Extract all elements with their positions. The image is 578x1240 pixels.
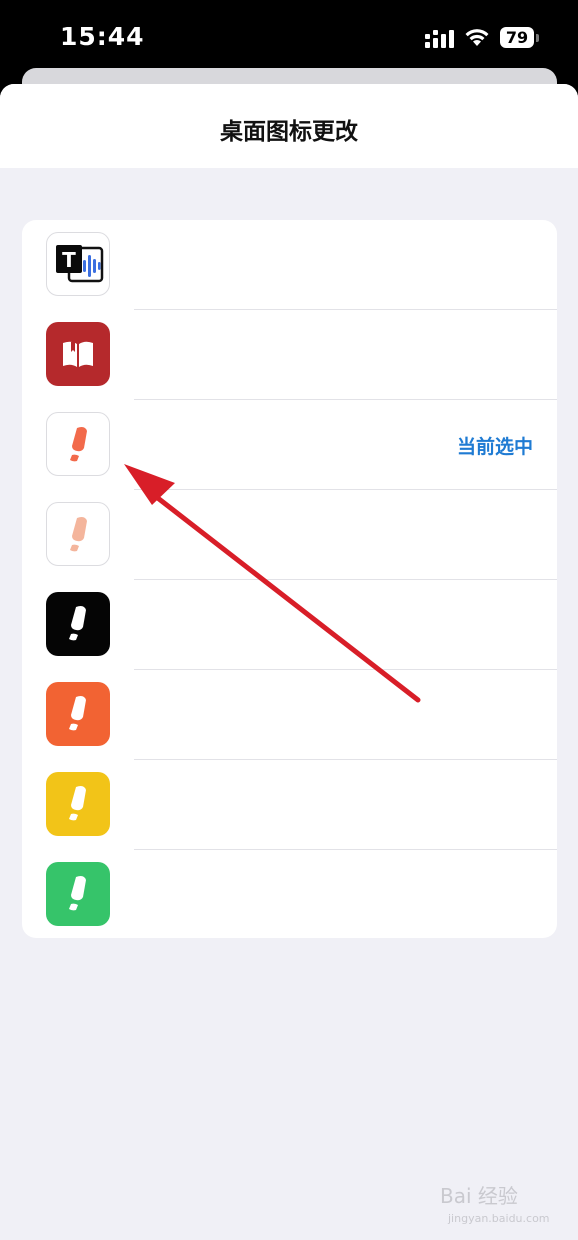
orange-eraser-icon: [46, 682, 110, 746]
icon-option-7[interactable]: [22, 760, 557, 850]
icon-option-5[interactable]: [22, 580, 557, 670]
battery-level: 79: [505, 28, 529, 47]
wifi-icon: [465, 29, 489, 46]
icon-list: T 当前选中: [22, 220, 557, 938]
icon-option-4[interactable]: [22, 490, 557, 580]
icon-option-3[interactable]: 当前选中: [22, 400, 557, 490]
icon-change-sheet: 桌面图标更改 T 当前选中: [0, 84, 578, 1240]
watermark-logo: Bai 经验: [440, 1184, 518, 1208]
black-eraser-icon: [46, 592, 110, 656]
watermark-url: jingyan.baidu.com: [448, 1212, 550, 1225]
icon-option-2[interactable]: [22, 310, 557, 400]
battery-icon: 79: [500, 27, 534, 48]
pink-eraser-icon-white: [46, 502, 110, 566]
orange-eraser-icon-white: [46, 412, 110, 476]
selected-label: 当前选中: [456, 436, 533, 458]
green-eraser-icon: [46, 862, 110, 926]
red-book-icon: [46, 322, 110, 386]
yellow-eraser-icon: [46, 772, 110, 836]
icon-option-1[interactable]: T: [22, 220, 557, 310]
icon-option-6[interactable]: [22, 670, 557, 760]
icon-option-8[interactable]: [22, 850, 557, 938]
nav-bar: 桌面图标更改: [0, 84, 578, 168]
status-time: 15:44: [60, 22, 145, 51]
page-title: 桌面图标更改: [220, 119, 358, 145]
t-voice-icon: T: [46, 232, 110, 296]
svg-text:T: T: [62, 248, 76, 272]
battery-tip: [536, 34, 539, 42]
signal-icon: [425, 30, 454, 48]
